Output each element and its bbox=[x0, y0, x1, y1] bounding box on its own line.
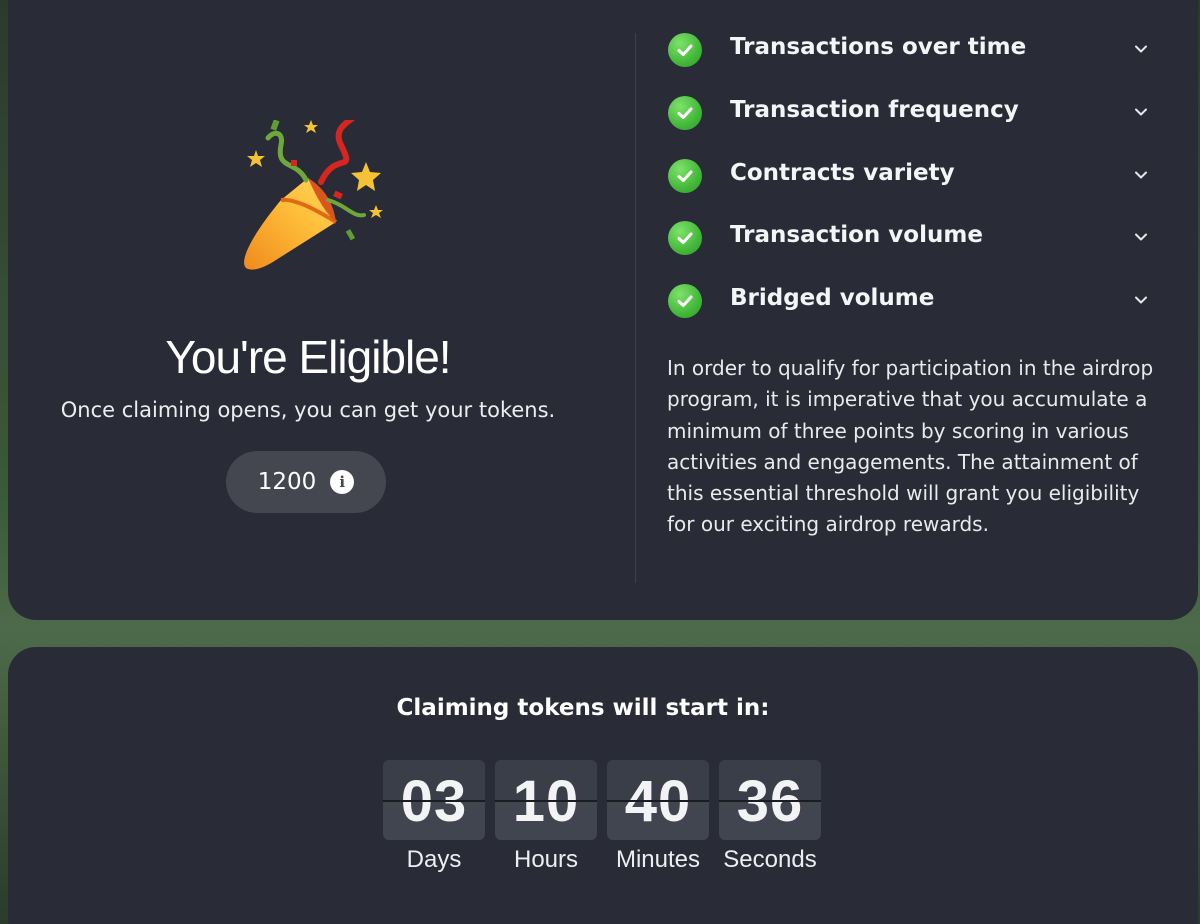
countdown-heading: Claiming tokens will start in: bbox=[396, 695, 770, 721]
flip-card: 40 bbox=[607, 760, 709, 840]
countdown-hours: 10 Hours bbox=[495, 760, 597, 873]
criteria-item[interactable]: Transactions over time bbox=[668, 30, 1168, 70]
eligibility-subtitle: Once claiming opens, you can get your to… bbox=[60, 398, 556, 422]
check-icon bbox=[668, 33, 702, 67]
check-icon bbox=[668, 159, 702, 193]
flip-seam bbox=[495, 800, 597, 802]
countdown-days: 03 Days bbox=[383, 760, 485, 873]
criteria-label: Bridged volume bbox=[730, 285, 935, 311]
criteria-label: Transactions over time bbox=[730, 34, 1027, 60]
criteria-item[interactable]: Bridged volume bbox=[668, 281, 1168, 321]
chevron-down-icon[interactable] bbox=[1134, 105, 1148, 119]
eligibility-description: In order to qualify for participation in… bbox=[667, 356, 1154, 537]
chevron-down-icon[interactable] bbox=[1134, 168, 1148, 182]
criteria-item[interactable]: Contracts variety bbox=[668, 156, 1168, 196]
flip-card: 03 bbox=[383, 760, 485, 840]
flip-seam bbox=[383, 800, 485, 802]
info-icon[interactable]: i bbox=[330, 470, 355, 494]
flip-card: 36 bbox=[719, 760, 821, 840]
countdown-seconds: 36 Seconds bbox=[719, 760, 821, 873]
check-icon bbox=[668, 284, 702, 318]
chevron-down-icon[interactable] bbox=[1134, 42, 1148, 56]
countdown-card: Claiming tokens will start in: 03 Days 1… bbox=[8, 647, 1198, 924]
countdown-label: Seconds bbox=[723, 846, 817, 873]
check-icon bbox=[668, 221, 702, 255]
eligibility-card: You're Eligible! Once claiming opens, yo… bbox=[8, 0, 1198, 620]
column-divider bbox=[635, 33, 636, 583]
countdown-minutes: 40 Minutes bbox=[607, 760, 709, 873]
chevron-down-icon[interactable] bbox=[1134, 293, 1148, 307]
flip-seam bbox=[607, 800, 709, 802]
criteria-item[interactable]: Transaction volume bbox=[668, 218, 1168, 258]
criteria-label: Transaction volume bbox=[730, 222, 983, 248]
chevron-down-icon[interactable] bbox=[1134, 230, 1148, 244]
check-icon bbox=[668, 96, 702, 130]
party-popper-icon bbox=[244, 120, 383, 270]
points-badge[interactable]: 1200 i bbox=[226, 451, 386, 513]
points-value: 1200 bbox=[257, 469, 317, 495]
flip-card: 10 bbox=[495, 760, 597, 840]
criteria-label: Transaction frequency bbox=[730, 97, 1019, 123]
criteria-label: Contracts variety bbox=[730, 160, 955, 186]
eligibility-title: You're Eligible! bbox=[165, 331, 451, 383]
flip-seam bbox=[719, 800, 821, 802]
criteria-item[interactable]: Transaction frequency bbox=[668, 93, 1168, 133]
